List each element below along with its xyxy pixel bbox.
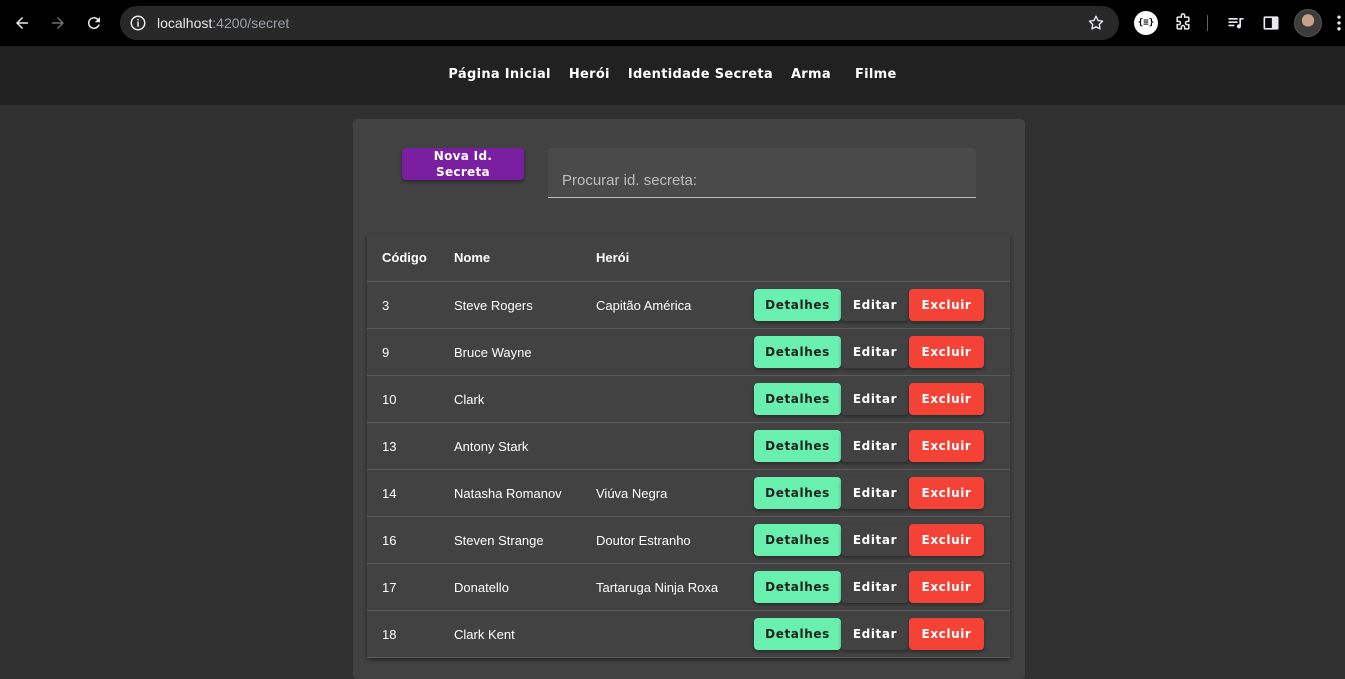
table-row: 16 Steven Strange Doutor Estranho Detalhes E…: [367, 517, 1010, 564]
address-bar[interactable]: localhost:4200/secret: [120, 6, 1119, 40]
cell-code: 16: [382, 532, 397, 548]
cell-name: Natasha Romanov: [454, 485, 562, 501]
edit-button[interactable]: Editar: [841, 383, 909, 415]
details-button[interactable]: Detalhes: [754, 524, 841, 556]
table-row: 3 Steve Rogers Capitão América Detalhes Edit…: [367, 282, 1010, 329]
cell-hero: Tartaruga Ninja Roxa: [596, 579, 719, 595]
extensions-puzzle-icon[interactable]: [1171, 11, 1195, 35]
content-card: Nova Id. Secreta Código Nome Herói 3 Stev…: [353, 119, 1025, 679]
delete-button[interactable]: Excluir: [909, 430, 984, 462]
table-row: 17 Donatello Tartaruga Ninja Roxa Detalhes E…: [367, 564, 1010, 611]
nav-link-movie[interactable]: Filme: [846, 67, 906, 82]
header-code: Código: [382, 250, 427, 265]
profile-avatar[interactable]: [1294, 9, 1322, 37]
details-button[interactable]: Detalhes: [754, 618, 841, 650]
details-button[interactable]: Detalhes: [754, 336, 841, 368]
nav-link-home[interactable]: Página Inicial: [439, 67, 559, 82]
search-field[interactable]: [548, 148, 976, 198]
details-button[interactable]: Detalhes: [754, 289, 841, 321]
delete-button[interactable]: Excluir: [909, 336, 984, 368]
row-actions: Detalhes Editar Excluir: [754, 524, 984, 556]
cell-code: 17: [382, 579, 397, 595]
edit-button[interactable]: Editar: [841, 336, 909, 368]
table-row: 9 Bruce Wayne Detalhes Editar Excluir: [367, 329, 1010, 376]
details-button[interactable]: Detalhes: [754, 430, 841, 462]
row-actions: Detalhes Editar Excluir: [754, 430, 984, 462]
kebab-menu-icon[interactable]: [1332, 11, 1345, 35]
delete-button[interactable]: Excluir: [909, 477, 984, 509]
edit-button[interactable]: Editar: [841, 618, 909, 650]
table-row: 10 Clark Detalhes Editar Excluir: [367, 376, 1010, 423]
delete-button[interactable]: Excluir: [909, 289, 984, 321]
row-actions: Detalhes Editar Excluir: [754, 571, 984, 603]
side-panel-icon[interactable]: [1259, 11, 1283, 35]
row-actions: Detalhes Editar Excluir: [754, 618, 984, 650]
cell-name: Clark Kent: [454, 626, 515, 642]
table-header: Código Nome Herói: [367, 234, 1010, 282]
edit-button[interactable]: Editar: [841, 430, 909, 462]
header-name: Nome: [454, 250, 491, 265]
nav-link-secret-identity[interactable]: Identidade Secreta: [619, 67, 782, 82]
edit-button[interactable]: Editar: [841, 477, 909, 509]
cell-name: Steven Strange: [454, 532, 544, 548]
cell-hero: Capitão América: [596, 297, 692, 313]
delete-button[interactable]: Excluir: [909, 618, 984, 650]
site-info-icon[interactable]: [129, 14, 147, 32]
extension-json-icon[interactable]: {≡}: [1134, 11, 1158, 35]
edit-button[interactable]: Editar: [841, 524, 909, 556]
delete-button[interactable]: Excluir: [909, 383, 984, 415]
delete-button[interactable]: Excluir: [909, 524, 984, 556]
media-queue-icon[interactable]: [1224, 11, 1248, 35]
reload-icon[interactable]: [82, 11, 106, 35]
cell-code: 9: [382, 344, 390, 360]
table-row: 18 Clark Kent Detalhes Editar Excluir: [367, 611, 1010, 658]
secret-identity-table: Código Nome Herói 3 Steve Rogers Capitão A…: [367, 234, 1010, 658]
table-row: 13 Antony Stark Detalhes Editar Excluir: [367, 423, 1010, 470]
row-actions: Detalhes Editar Excluir: [754, 477, 984, 509]
details-button[interactable]: Detalhes: [754, 477, 841, 509]
toolbar-divider: [1207, 15, 1208, 31]
header-hero: Herói: [596, 250, 630, 265]
url-text: localhost:4200/secret: [157, 15, 290, 31]
row-actions: Detalhes Editar Excluir: [754, 383, 984, 415]
back-arrow-icon[interactable]: [10, 11, 34, 35]
cell-hero: Doutor Estranho: [596, 532, 691, 548]
cell-name: Donatello: [454, 579, 509, 595]
cell-code: 13: [382, 438, 397, 454]
cell-code: 3: [382, 297, 390, 313]
details-button[interactable]: Detalhes: [754, 571, 841, 603]
table-row: 14 Natasha Romanov Viúva Negra Detalhes Edit…: [367, 470, 1010, 517]
cell-name: Bruce Wayne: [454, 344, 532, 360]
cell-hero: Viúva Negra: [596, 485, 668, 501]
new-secret-id-button[interactable]: Nova Id. Secreta: [402, 148, 524, 180]
details-button[interactable]: Detalhes: [754, 383, 841, 415]
browser-toolbar: localhost:4200/secret {≡}: [0, 0, 1345, 46]
cell-code: 18: [382, 626, 397, 642]
row-actions: Detalhes Editar Excluir: [754, 289, 984, 321]
nav-link-weapon[interactable]: Arma: [782, 67, 846, 82]
cell-name: Antony Stark: [454, 438, 529, 454]
cell-code: 10: [382, 391, 397, 407]
cell-name: Steve Rogers: [454, 297, 533, 313]
nav-link-hero[interactable]: Herói: [560, 67, 619, 82]
edit-button[interactable]: Editar: [841, 571, 909, 603]
cell-code: 14: [382, 485, 397, 501]
bookmark-star-icon[interactable]: [1087, 14, 1105, 32]
forward-arrow-icon[interactable]: [46, 11, 70, 35]
search-input[interactable]: [548, 148, 976, 197]
edit-button[interactable]: Editar: [841, 289, 909, 321]
row-actions: Detalhes Editar Excluir: [754, 336, 984, 368]
cell-name: Clark: [454, 391, 485, 407]
nav-links: Página Inicial Herói Identidade Secreta …: [0, 67, 1345, 82]
app-navbar: Página Inicial Herói Identidade Secreta …: [0, 46, 1345, 105]
delete-button[interactable]: Excluir: [909, 571, 984, 603]
